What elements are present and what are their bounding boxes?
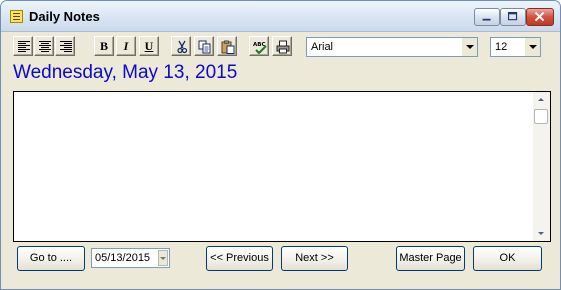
- underline-icon: U: [144, 39, 154, 53]
- align-left-button[interactable]: [13, 36, 33, 56]
- chevron-down-icon[interactable]: [461, 38, 477, 56]
- notes-editor[interactable]: [13, 91, 551, 242]
- printer-icon: [276, 40, 290, 54]
- ok-button[interactable]: OK: [473, 246, 542, 271]
- close-icon: [534, 11, 545, 22]
- minimize-button[interactable]: [474, 8, 500, 26]
- copy-button[interactable]: [194, 36, 214, 56]
- daily-notes-window: Daily Notes B I U ABC Arial 12 Wednesday…: [0, 0, 561, 290]
- chevron-down-icon[interactable]: [524, 38, 540, 56]
- font-size-select[interactable]: 12: [490, 37, 541, 57]
- copy-icon: [198, 40, 211, 54]
- window-title: Daily Notes: [29, 9, 100, 24]
- vertical-scrollbar[interactable]: [533, 92, 550, 241]
- chevron-down-icon[interactable]: [158, 250, 168, 266]
- bold-icon: B: [99, 39, 108, 53]
- underline-button[interactable]: U: [139, 36, 159, 56]
- cut-button[interactable]: [171, 36, 191, 56]
- date-picker[interactable]: 05/13/2015: [91, 248, 170, 268]
- print-button[interactable]: [272, 36, 292, 56]
- align-left-icon: [18, 41, 30, 52]
- font-family-value: Arial: [311, 41, 334, 53]
- bold-button[interactable]: B: [94, 36, 114, 56]
- master-page-button[interactable]: Master Page: [396, 246, 465, 271]
- previous-button[interactable]: << Previous: [206, 246, 273, 271]
- scroll-down-icon[interactable]: [533, 227, 550, 240]
- date-value: 05/13/2015: [95, 252, 151, 264]
- scroll-thumb[interactable]: [534, 109, 548, 124]
- minimize-icon: [482, 18, 491, 21]
- maximize-icon: [507, 11, 518, 21]
- title-bar[interactable]: Daily Notes: [1, 1, 560, 32]
- align-right-button[interactable]: [55, 36, 75, 56]
- font-family-select[interactable]: Arial: [306, 37, 478, 57]
- paste-button[interactable]: [217, 36, 237, 56]
- goto-button[interactable]: Go to ....: [17, 246, 85, 271]
- notes-app-icon: [10, 10, 23, 23]
- align-center-button[interactable]: [34, 36, 54, 56]
- align-right-icon: [60, 41, 72, 52]
- font-size-value: 12: [495, 41, 508, 53]
- scissors-icon: [177, 40, 188, 54]
- next-button[interactable]: Next >>: [281, 246, 348, 271]
- spell-check-button[interactable]: ABC: [249, 36, 269, 56]
- scroll-up-icon[interactable]: [533, 93, 550, 106]
- paste-icon: [221, 40, 235, 54]
- maximize-button[interactable]: [500, 8, 526, 26]
- spellcheck-icon: ABC: [253, 42, 267, 54]
- date-heading: Wednesday, May 13, 2015: [13, 62, 238, 83]
- close-button[interactable]: [526, 8, 554, 26]
- italic-icon: I: [123, 39, 129, 53]
- italic-button[interactable]: I: [116, 36, 136, 56]
- align-center-icon: [39, 41, 51, 52]
